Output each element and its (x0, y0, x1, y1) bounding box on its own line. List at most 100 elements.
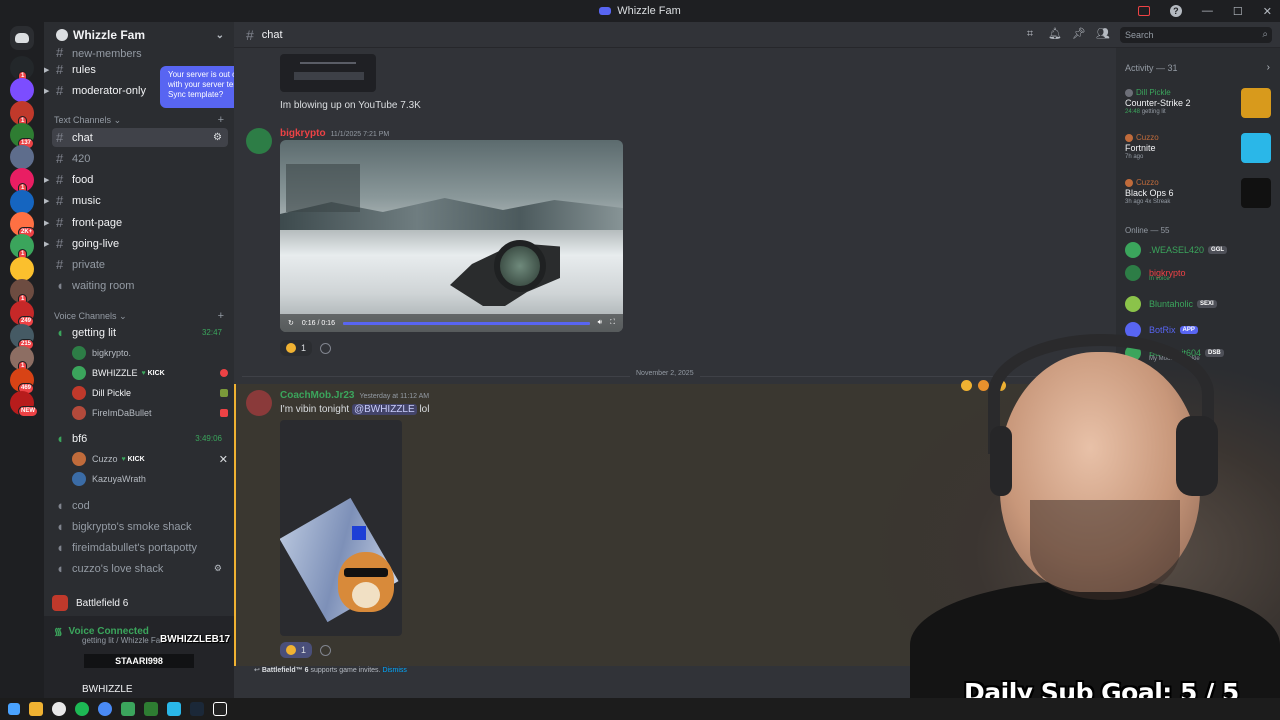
channel-title: chat (261, 28, 283, 41)
maximize-icon[interactable]: ☐ (1233, 5, 1243, 18)
voice-channel-bf6[interactable]: ◖ bf6 3:49:06 (52, 429, 228, 448)
message-attachment-thumbnail[interactable] (280, 54, 376, 92)
channel-waiting-room[interactable]: ◖ waiting room (52, 276, 228, 295)
game-activity-bar[interactable]: Battlefield 6 (52, 590, 228, 616)
chrome-icon[interactable] (98, 702, 112, 716)
header-toolbar: ⌗ 🔔︎ 📌︎ 👥︎ (1024, 28, 1110, 40)
channel-label: private (72, 258, 106, 271)
threads-icon[interactable]: ⌗ (1024, 28, 1036, 40)
file-explorer-icon[interactable] (29, 702, 43, 716)
voice-member[interactable]: Dill Pickle (72, 384, 228, 402)
channel-label: cod (72, 499, 90, 512)
search-input[interactable] (1120, 27, 1272, 43)
channel-settings-icon[interactable]: ⚙ (214, 563, 222, 574)
activity-time: 24:48 (1125, 109, 1141, 115)
fullscreen-icon[interactable]: ⛶ (610, 319, 615, 327)
voice-channel-portapotty[interactable]: ◖ fireimdabullet's portapotty (52, 538, 228, 557)
user-mention[interactable]: @BWHIZZLE (351, 404, 417, 415)
inbox-icon[interactable] (1137, 6, 1150, 16)
channel-going-live[interactable]: ▶ # going-live (44, 234, 228, 253)
activity-item[interactable]: Cuzzo Black Ops 6 3h ago 4x Streak (1125, 178, 1271, 218)
channel-front-page[interactable]: ▶ # front-page (44, 213, 228, 232)
help-icon[interactable]: ? (1169, 5, 1182, 17)
close-icon[interactable]: ✕ (1263, 5, 1272, 18)
close-icon[interactable]: ✕ (219, 453, 228, 466)
server-icon[interactable] (10, 78, 34, 103)
channel-420[interactable]: #420 (52, 149, 228, 168)
channel-label: moderator-only (72, 84, 146, 97)
add-channel-icon[interactable]: + (218, 310, 224, 322)
server-icon[interactable] (10, 256, 34, 281)
voice-member[interactable]: KazuyaWrath (72, 470, 228, 488)
direct-messages-button[interactable] (10, 26, 34, 50)
replay-icon[interactable]: ↻ (288, 319, 294, 327)
category-text-channels[interactable]: Text Channels ⌄ + (54, 114, 224, 126)
add-reaction-icon[interactable] (320, 645, 331, 656)
spotify-icon[interactable] (75, 702, 89, 716)
member-list-icon[interactable]: 👥︎ (1096, 28, 1110, 40)
activity-item[interactable]: Cuzzo Fortnite 7h ago (1125, 133, 1271, 173)
avatar (72, 406, 86, 420)
channel-chat[interactable]: # chat ⚙ (52, 128, 228, 147)
message-timestamp: 11/1/2025 7:21 PM (330, 131, 390, 138)
online-header: Online — 55 (1125, 226, 1170, 235)
speaker-icon: ◖ (56, 278, 64, 293)
category-voice-channels[interactable]: Voice Channels ⌄ + (54, 310, 224, 322)
message-author[interactable]: bigkrypto 11/1/2025 7:21 PM (280, 128, 389, 139)
stream-overlay-banner: STAARI998 (84, 654, 194, 668)
member-row[interactable]: .WEASEL420 GGL (1125, 240, 1275, 260)
voice-member[interactable]: bigkrypto. (72, 344, 228, 362)
channel-private[interactable]: # private (52, 255, 228, 274)
voice-channel-getting-lit[interactable]: ◖ getting lit 32:47 (52, 323, 228, 342)
chevron-right-icon[interactable]: › (1267, 62, 1270, 73)
channel-music[interactable]: ▶ # music (44, 191, 228, 210)
guild-header[interactable]: Whizzle Fam ⌄ (44, 22, 234, 48)
app-icon[interactable] (52, 702, 66, 716)
speaker-icon: ◖ (56, 431, 64, 446)
reaction-pill[interactable]: 1 (280, 642, 313, 658)
activity-item[interactable]: Dill Pickle Counter-Strike 2 24:48 getti… (1125, 88, 1271, 128)
hash-icon: # (56, 62, 64, 77)
steam-icon[interactable] (190, 702, 204, 716)
avatar[interactable] (246, 390, 272, 416)
channel-new-members[interactable]: # new-members (52, 48, 228, 60)
avatar[interactable] (246, 128, 272, 154)
member-row[interactable]: bigkrypto In voice (1125, 263, 1275, 283)
image-attachment[interactable] (280, 420, 402, 636)
volume-icon[interactable]: 🔊︎ (598, 319, 602, 327)
windows-start-icon[interactable] (8, 703, 20, 715)
reaction-pill[interactable]: 1 (280, 340, 313, 356)
dismiss-link[interactable]: Dismiss (382, 667, 407, 674)
voice-member[interactable]: Cuzzo KICK ✕ (72, 450, 228, 468)
server-icon[interactable] (10, 145, 34, 170)
pin-icon[interactable]: 📌︎ (1072, 28, 1086, 40)
add-reaction-icon[interactable] (320, 343, 331, 354)
discord-home-icon (15, 33, 29, 43)
voice-member[interactable]: FireImDaBullet (72, 404, 228, 422)
add-channel-icon[interactable]: + (218, 114, 224, 126)
xbox-icon[interactable] (144, 702, 158, 716)
member-status: In voice (1149, 276, 1170, 282)
template-sync-tooltip[interactable]: Your server is out of sync with your ser… (160, 66, 234, 108)
app-icon[interactable] (167, 702, 181, 716)
battlefield-icon[interactable] (213, 702, 227, 716)
message-author[interactable]: CoachMob.Jr23 Yesterday at 11:12 AM (280, 390, 429, 401)
window-title-text: Whizzle Fam (617, 5, 681, 17)
video-progress-bar[interactable] (342, 321, 590, 325)
video-attachment[interactable]: ↻ 0:16 / 0:16 🔊︎ ⛶ (280, 140, 623, 332)
voice-channel-love-shack[interactable]: ◖ cuzzo's love shack ⚙ (52, 559, 228, 578)
avatar (72, 386, 86, 400)
server-icon[interactable] (10, 189, 34, 214)
notifications-bell-icon[interactable]: 🔔︎ (1048, 28, 1062, 40)
member-row[interactable]: Bluntaholic SEXI (1125, 294, 1275, 314)
voice-timer: 32:47 (201, 328, 222, 337)
app-icon[interactable] (121, 702, 135, 716)
channel-settings-icon[interactable]: ⚙ (213, 132, 222, 143)
member-name: Dill Pickle (92, 388, 132, 398)
voice-channel-smoke-shack[interactable]: ◖ bigkrypto's smoke shack (52, 517, 228, 536)
minimize-icon[interactable]: — (1202, 5, 1213, 17)
channel-food[interactable]: ▶ # food (44, 170, 228, 189)
channel-label: music (72, 194, 101, 207)
voice-channel-cod[interactable]: ◖ cod (52, 496, 228, 515)
voice-member[interactable]: BWHIZZLE KICK (72, 364, 228, 382)
